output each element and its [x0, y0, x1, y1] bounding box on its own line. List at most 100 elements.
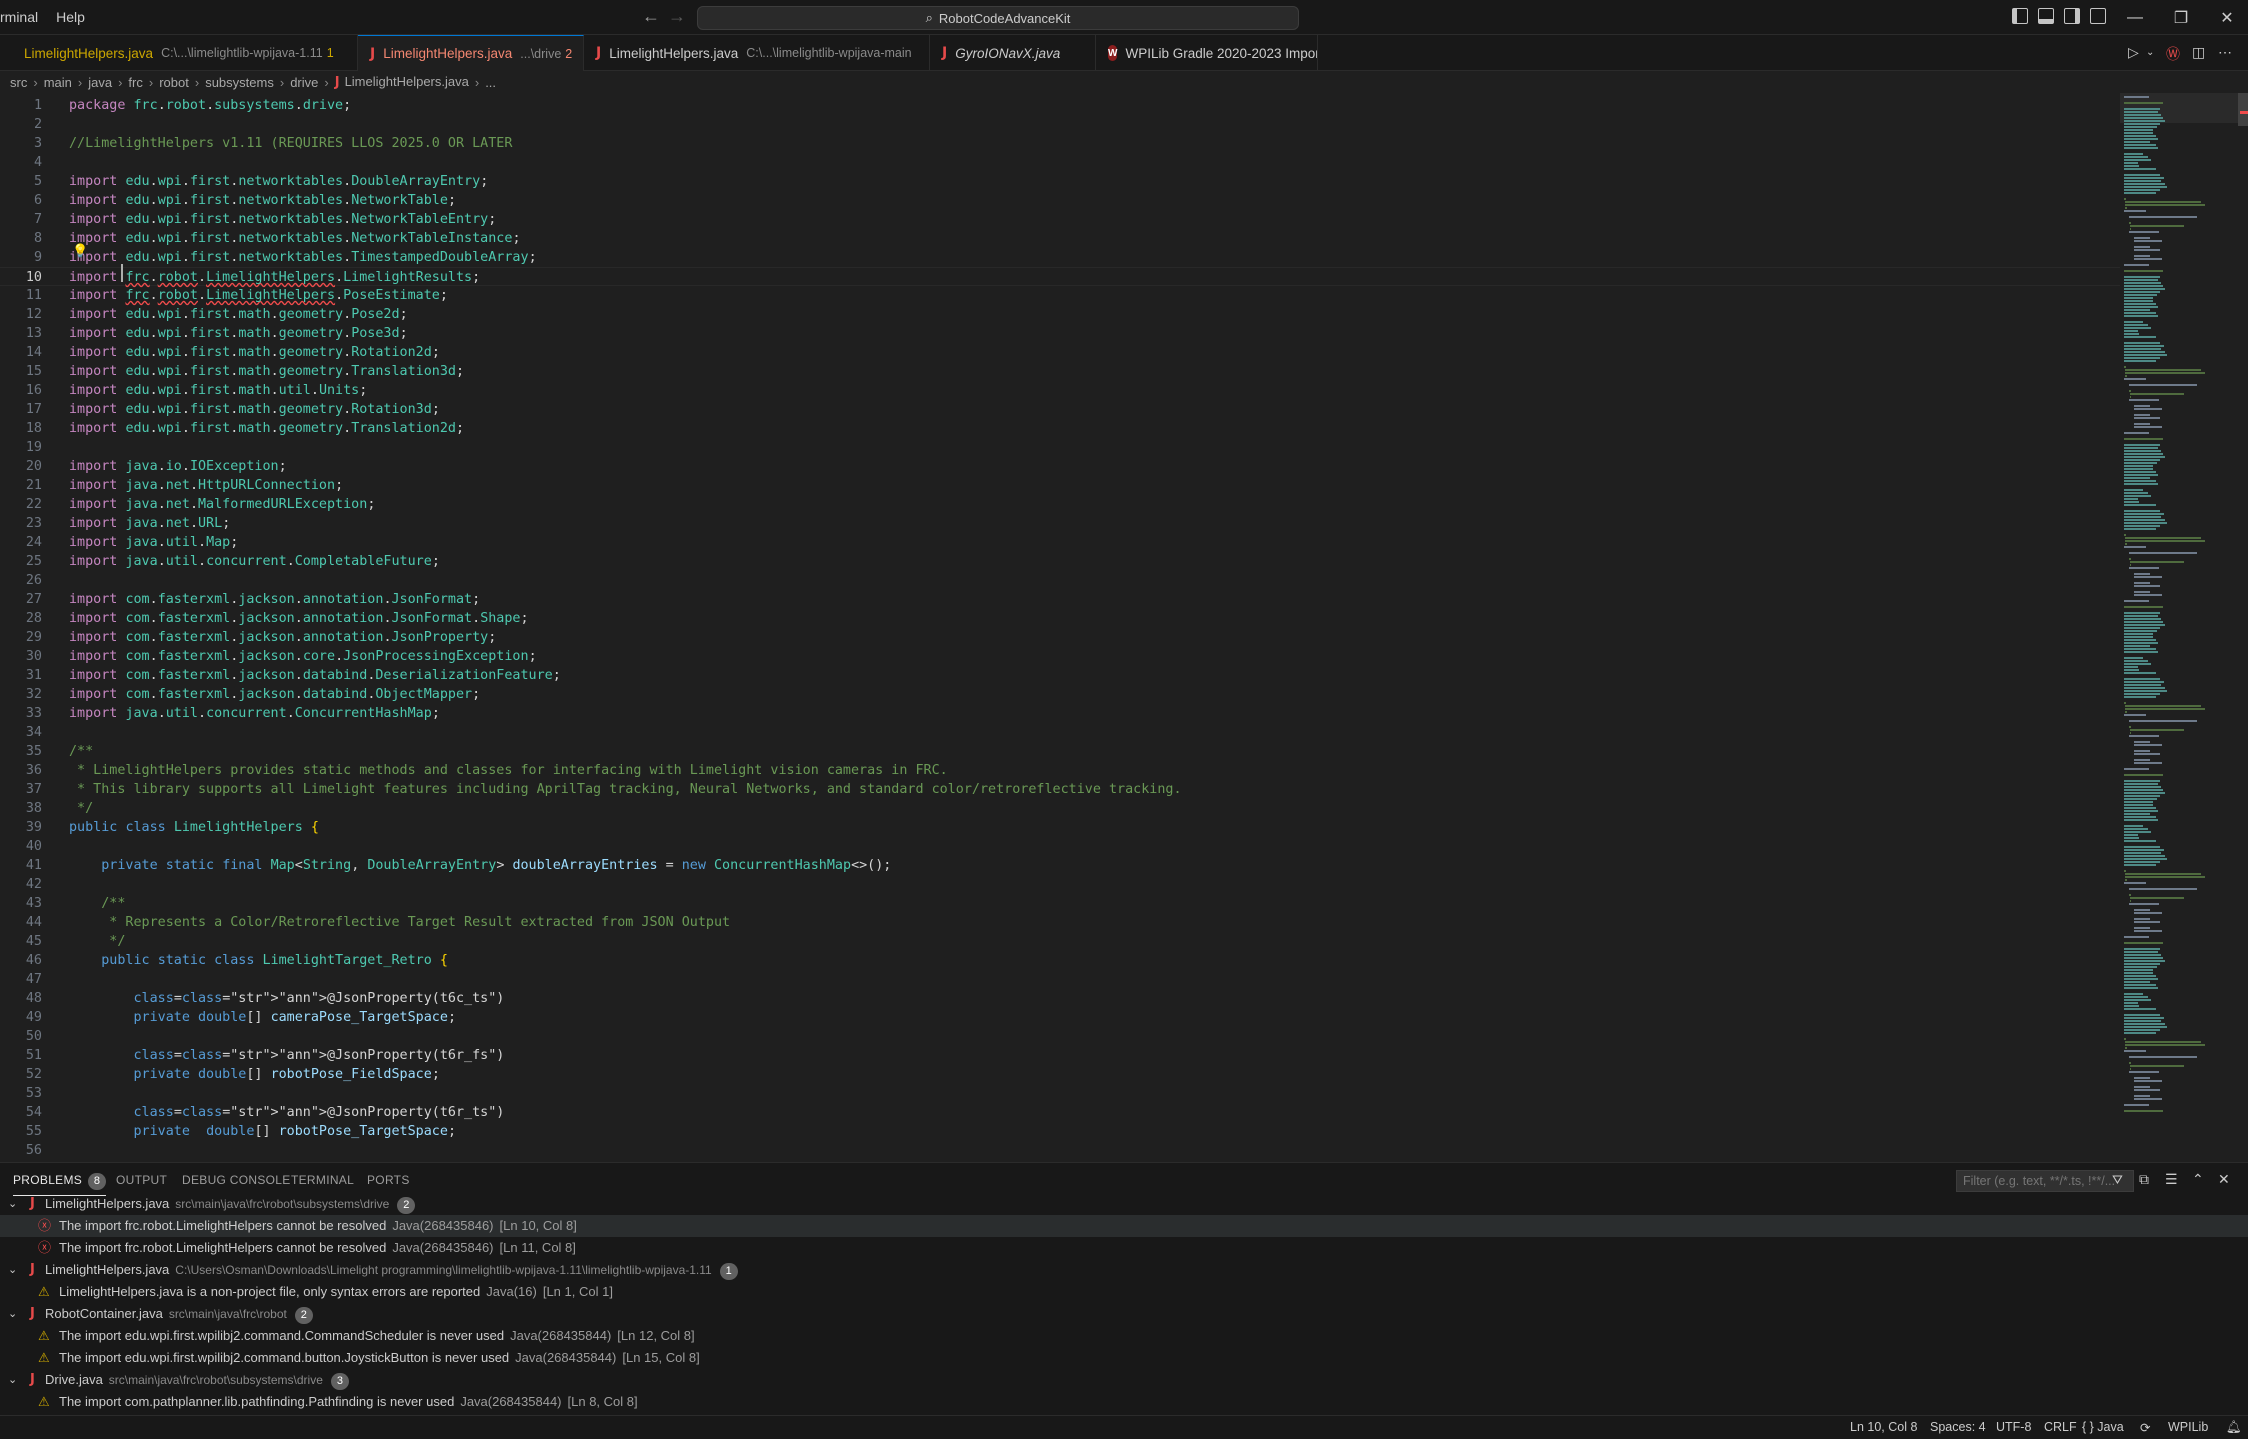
tab-gyroionavx[interactable]: J GyroIONavX.java: [930, 35, 1096, 71]
toggle-primary-sidebar-icon[interactable]: [2012, 8, 2028, 24]
code-line[interactable]: 10 import frc.robot.LimelightHelpers.Lime…: [0, 267, 2120, 286]
forward-arrow-icon[interactable]: →: [668, 6, 686, 27]
code-line[interactable]: 37 * This library supports all Limelight…: [0, 780, 2120, 799]
code-line[interactable]: 45 */: [0, 932, 2120, 951]
minimap[interactable]: [2120, 93, 2238, 1158]
lightbulb-icon[interactable]: 💡: [72, 244, 88, 259]
problem-item[interactable]: ⚠ The import edu.wpi.first.wpilibj2.comma…: [0, 1347, 2248, 1369]
breadcrumb-frc[interactable]: frc: [128, 75, 142, 90]
problem-file-group[interactable]: ⌄ J RobotContainer.java src\main\java\frc\r…: [0, 1303, 2248, 1325]
status-eol[interactable]: CRLF: [2044, 1420, 2077, 1434]
chevron-down-icon[interactable]: ⌄: [8, 1369, 17, 1391]
code-line[interactable]: 47: [0, 970, 2120, 989]
code-line[interactable]: 42: [0, 875, 2120, 894]
status-language[interactable]: { } Java: [2082, 1420, 2124, 1434]
code-line[interactable]: 7 import edu.wpi.first.networktables.Netw…: [0, 210, 2120, 229]
code-line[interactable]: 11 import frc.robot.LimelightHelpers.Pose…: [0, 286, 2120, 305]
code-line[interactable]: 20 import java.io.IOException;: [0, 457, 2120, 476]
breadcrumb-symbol[interactable]: ...: [485, 75, 496, 90]
restore-button[interactable]: ❐: [2158, 0, 2204, 35]
toggle-panel-icon[interactable]: [2038, 8, 2054, 24]
tab-wpilib-gradle-import[interactable]: W WPILib Gradle 2020-2023 Import: [1096, 35, 1318, 71]
code-line[interactable]: 4: [0, 153, 2120, 172]
back-arrow-icon[interactable]: ←: [642, 6, 660, 27]
vertical-scrollbar-thumb[interactable]: [2238, 93, 2248, 126]
view-as-list-icon[interactable]: ☰: [2165, 1171, 2178, 1188]
run-dropdown-icon[interactable]: ⌄: [2146, 47, 2154, 58]
code-line[interactable]: 5 import edu.wpi.first.networktables.Doub…: [0, 172, 2120, 191]
code-line[interactable]: 34: [0, 723, 2120, 742]
close-panel-icon[interactable]: ✕: [2218, 1171, 2230, 1188]
tab-limelighthelpers-main[interactable]: J LimelightHelpers.java C:\...\limelight…: [584, 35, 930, 71]
code-line[interactable]: 12 import edu.wpi.first.math.geometry.Pos…: [0, 305, 2120, 324]
code-line[interactable]: 35 /**: [0, 742, 2120, 761]
code-line[interactable]: 19: [0, 438, 2120, 457]
tab-debug-console[interactable]: DEBUG CONSOLE: [182, 1173, 291, 1187]
code-line[interactable]: 40: [0, 837, 2120, 856]
code-line[interactable]: 9 import edu.wpi.first.networktables.Time…: [0, 248, 2120, 267]
code-line[interactable]: 29 import com.fasterxml.jackson.annotatio…: [0, 628, 2120, 647]
breadcrumb-src[interactable]: src: [10, 75, 27, 90]
status-encoding[interactable]: UTF-8: [1996, 1420, 2031, 1434]
status-sync-icon[interactable]: ⟳: [2140, 1420, 2150, 1435]
breadcrumb-subsystems[interactable]: subsystems: [205, 75, 274, 90]
code-line[interactable]: 44 * Represents a Color/Retroreflective …: [0, 913, 2120, 932]
code-line[interactable]: 24 import java.util.Map;: [0, 533, 2120, 552]
code-line[interactable]: 8 import edu.wpi.first.networktables.Netw…: [0, 229, 2120, 248]
code-line[interactable]: 15 import edu.wpi.first.math.geometry.Tra…: [0, 362, 2120, 381]
code-line[interactable]: 43 /**: [0, 894, 2120, 913]
menu-help[interactable]: Help: [47, 0, 94, 35]
code-line[interactable]: 23 import java.net.URL;: [0, 514, 2120, 533]
tab-ports[interactable]: PORTS: [367, 1173, 410, 1187]
notifications-bell-icon[interactable]: 🔔︎: [2226, 1420, 2242, 1435]
tab-terminal[interactable]: TERMINAL: [291, 1173, 354, 1187]
code-line[interactable]: 50: [0, 1027, 2120, 1046]
code-line[interactable]: 14 import edu.wpi.first.math.geometry.Rot…: [0, 343, 2120, 362]
code-line[interactable]: 53: [0, 1084, 2120, 1103]
code-line[interactable]: 21 import java.net.HttpURLConnection;: [0, 476, 2120, 495]
status-wpilib[interactable]: WPILib: [2168, 1420, 2208, 1434]
tab-limelighthelpers-1-11[interactable]: LimelightHelpers.java C:\...\limelightli…: [0, 35, 358, 71]
code-line[interactable]: 32 import com.fasterxml.jackson.databind.…: [0, 685, 2120, 704]
status-indentation[interactable]: Spaces: 4: [1930, 1420, 1986, 1434]
problem-file-group[interactable]: ⌄ J LimelightHelpers.java src\main\java\frc…: [0, 1193, 2248, 1215]
tab-output[interactable]: OUTPUT: [116, 1173, 167, 1187]
code-line[interactable]: 55 private double[] robotPose_TargetSpac…: [0, 1122, 2120, 1141]
code-line[interactable]: 54 class=class="str">"ann">@JsonProperty…: [0, 1103, 2120, 1122]
chevron-down-icon[interactable]: ⌄: [8, 1193, 17, 1215]
run-icon[interactable]: ▷: [2128, 44, 2139, 61]
code-line[interactable]: 1 package frc.robot.subsystems.drive;: [0, 96, 2120, 115]
code-line[interactable]: 49 private double[] cameraPose_TargetSpa…: [0, 1008, 2120, 1027]
problem-item[interactable]: ⓧ The import frc.robot.LimelightHelpers c…: [0, 1215, 2248, 1237]
code-line[interactable]: 30 import com.fasterxml.jackson.core.Json…: [0, 647, 2120, 666]
collapse-all-icon[interactable]: ⧉: [2139, 1171, 2149, 1188]
customize-layout-icon[interactable]: [2090, 8, 2106, 24]
code-line[interactable]: 41 private static final Map<String, Doub…: [0, 856, 2120, 875]
problem-item[interactable]: ⓧ The import frc.robot.LimelightHelpers c…: [0, 1237, 2248, 1259]
command-center-search[interactable]: ⌕ RobotCodeAdvanceKit: [697, 6, 1299, 30]
code-line[interactable]: 51 class=class="str">"ann">@JsonProperty…: [0, 1046, 2120, 1065]
code-line[interactable]: 46 public static class LimelightTarget_R…: [0, 951, 2120, 970]
code-line[interactable]: 38 */: [0, 799, 2120, 818]
split-editor-icon[interactable]: ◫: [2192, 44, 2205, 61]
problem-item[interactable]: ⚠ The import com.pathplanner.lib.pathfind…: [0, 1391, 2248, 1413]
chevron-down-icon[interactable]: ⌄: [8, 1303, 17, 1325]
filter-icon[interactable]: ⛛: [2112, 1172, 2123, 1188]
problem-item[interactable]: ⚠ The import edu.wpi.first.wpilibj2.comma…: [0, 1325, 2248, 1347]
breadcrumb-java[interactable]: java: [88, 75, 112, 90]
code-line[interactable]: 28 import com.fasterxml.jackson.annotatio…: [0, 609, 2120, 628]
code-line[interactable]: 31 import com.fasterxml.jackson.databind.…: [0, 666, 2120, 685]
code-line[interactable]: 3 //LimelightHelpers v1.11 (REQUIRES LLOS…: [0, 134, 2120, 153]
problem-file-group[interactable]: ⌄ J LimelightHelpers.java C:\Users\Osman\Do…: [0, 1259, 2248, 1281]
breadcrumb-main[interactable]: main: [44, 75, 72, 90]
problems-filter-input[interactable]: [1956, 1170, 2134, 1192]
tab-limelighthelpers-drive[interactable]: J LimelightHelpers.java ...\drive 2 ✕: [358, 35, 584, 71]
code-line[interactable]: 17 import edu.wpi.first.math.geometry.Rot…: [0, 400, 2120, 419]
minimize-button[interactable]: —: [2112, 0, 2158, 35]
close-window-button[interactable]: ✕: [2204, 0, 2248, 35]
code-line[interactable]: 2: [0, 115, 2120, 134]
code-line[interactable]: 16 import edu.wpi.first.math.util.Units;: [0, 381, 2120, 400]
code-line[interactable]: 52 private double[] robotPose_FieldSpace…: [0, 1065, 2120, 1084]
menu-terminal[interactable]: rminal: [0, 0, 47, 35]
breadcrumb-file[interactable]: J LimelightHelpers.java: [335, 74, 469, 90]
